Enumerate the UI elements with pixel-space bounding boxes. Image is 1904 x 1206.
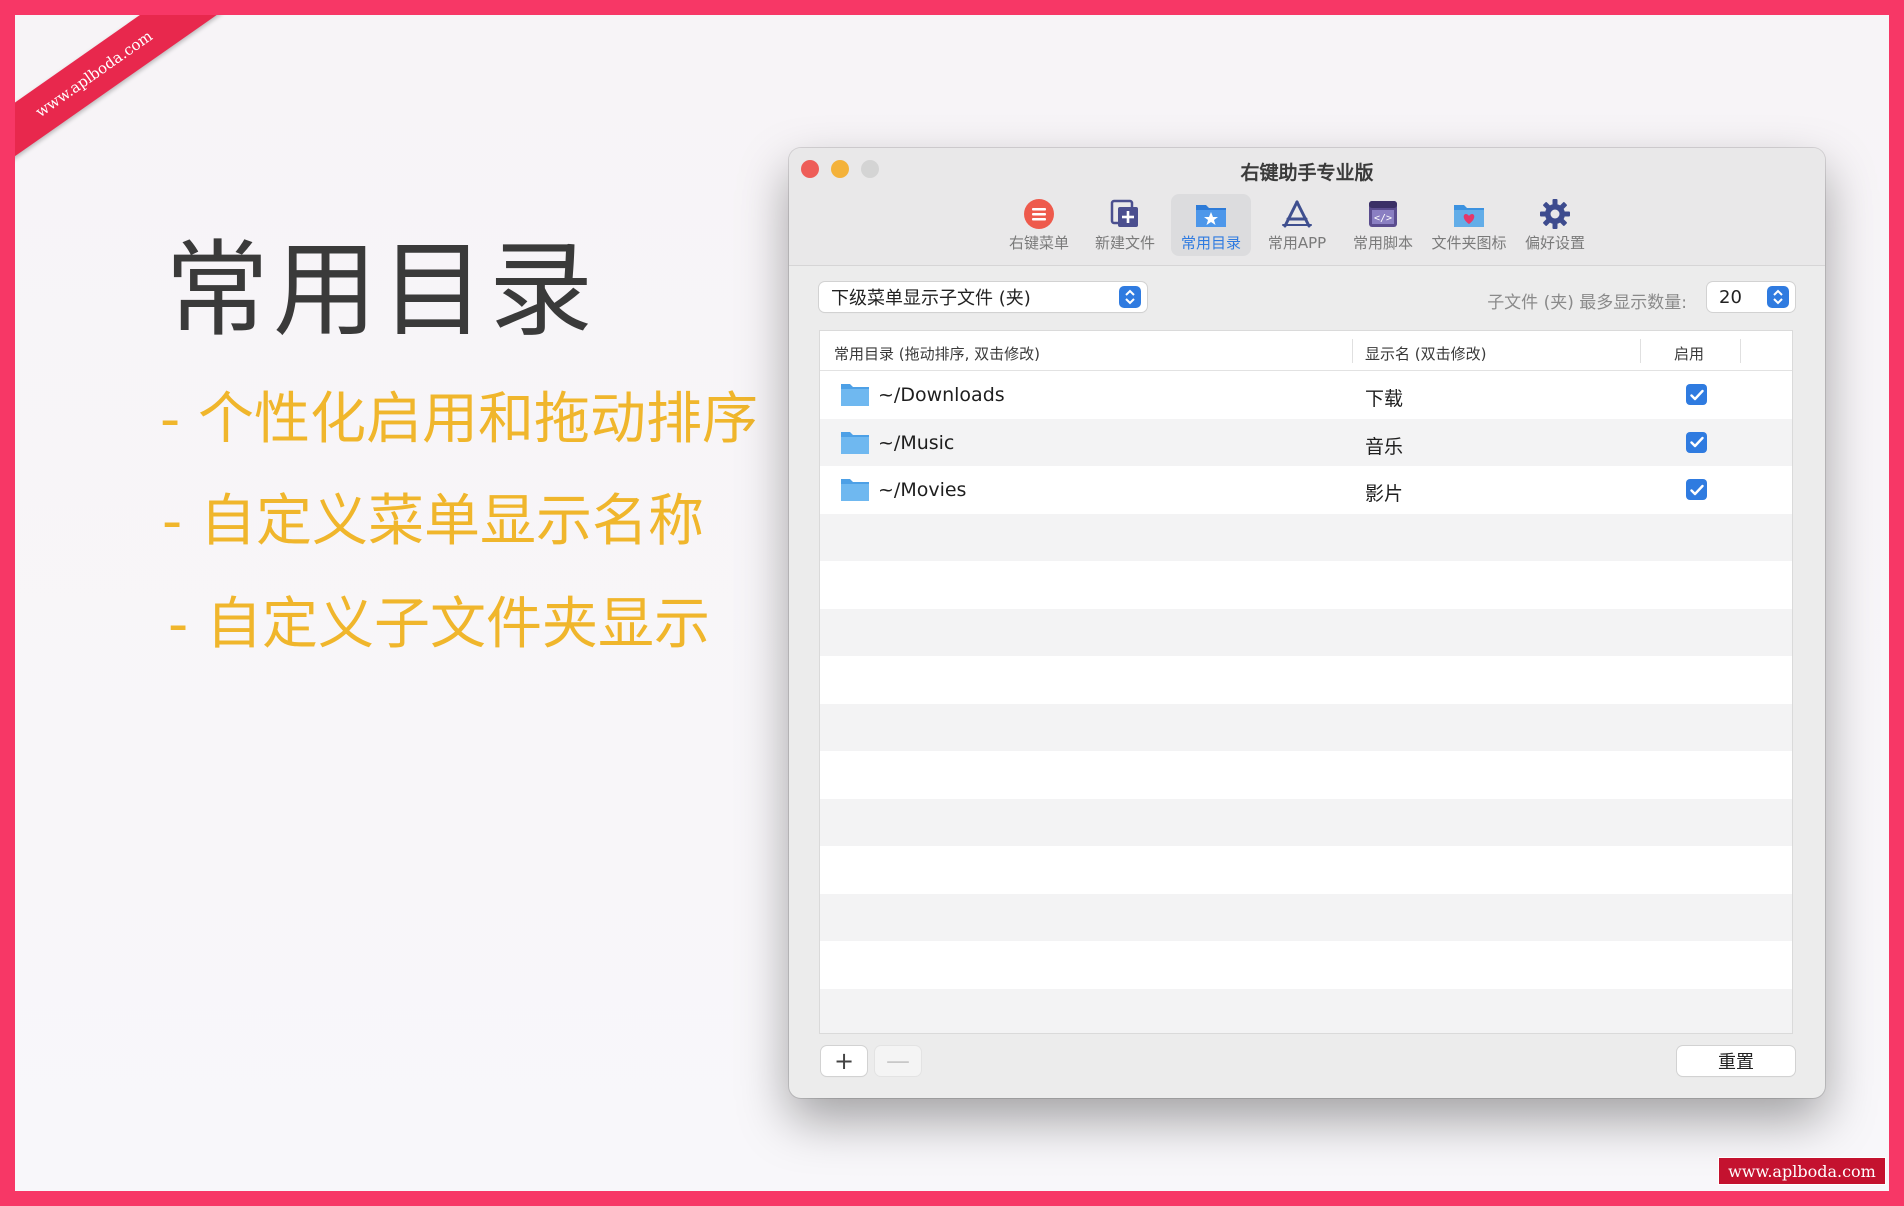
tab-common-app[interactable]: 常用APP bbox=[1257, 194, 1337, 256]
tab-new-file[interactable]: 新建文件 bbox=[1085, 194, 1165, 256]
tab-label: 常用脚本 bbox=[1352, 234, 1413, 252]
app-window: 右键助手专业版 右键菜单 新建文件 常用目录 常用APP </> 常用脚本 文件… bbox=[789, 148, 1825, 1098]
toolbar: 右键菜单 新建文件 常用目录 常用APP </> 常用脚本 文件夹图标 偏好设置 bbox=[999, 194, 1595, 256]
promo-feature-1: - 个性化启用和拖动排序 bbox=[160, 387, 759, 452]
tab-label: 新建文件 bbox=[1094, 234, 1155, 252]
row-enabled-checkbox[interactable] bbox=[1686, 431, 1707, 453]
max-count-stepper[interactable]: 20 bbox=[1707, 282, 1795, 312]
table-header: 常用目录 (拖动排序, 双击修改) 显示名 (双击修改) 启用 bbox=[820, 331, 1792, 371]
tab-label: 文件夹图标 bbox=[1431, 234, 1507, 252]
tab-label: 常用目录 bbox=[1180, 234, 1241, 252]
tab-folder-icon[interactable]: 文件夹图标 bbox=[1429, 194, 1509, 256]
table-row[interactable]: ~/Downloads 下载 bbox=[820, 371, 1792, 419]
row-display-name[interactable]: 影片 bbox=[1365, 479, 1403, 506]
chevron-updown-icon[interactable] bbox=[1767, 286, 1789, 308]
empty-row bbox=[820, 703, 1792, 751]
menu-icon bbox=[1022, 198, 1056, 230]
column-divider bbox=[1740, 339, 1741, 363]
add-directory-button[interactable]: + bbox=[821, 1046, 867, 1076]
tab-label: 右键菜单 bbox=[1008, 234, 1069, 252]
script-icon: </> bbox=[1366, 198, 1400, 230]
window-title: 右键助手专业版 bbox=[1240, 162, 1374, 184]
row-enabled-checkbox[interactable] bbox=[1686, 384, 1707, 405]
controls-bar: 下级菜单显示子文件 (夹) 子文件 (夹) 最多显示数量: 20 bbox=[819, 282, 1795, 314]
empty-row bbox=[820, 893, 1792, 941]
tab-preferences[interactable]: 偏好设置 bbox=[1515, 194, 1595, 256]
column-header-path[interactable]: 常用目录 (拖动排序, 双击修改) bbox=[834, 343, 1040, 364]
bottom-bar: + — 重置 bbox=[819, 1044, 1795, 1078]
row-path: ~/Downloads bbox=[878, 384, 1005, 406]
empty-row bbox=[820, 656, 1792, 704]
empty-row bbox=[820, 988, 1792, 1033]
empty-row bbox=[820, 608, 1792, 656]
chevron-updown-icon bbox=[1119, 286, 1141, 308]
empty-row bbox=[820, 846, 1792, 894]
submenu-display-value: 下级菜单显示子文件 (夹) bbox=[831, 288, 1031, 309]
promo-headline: 常用目录 bbox=[165, 229, 598, 351]
empty-row bbox=[820, 561, 1792, 609]
row-display-name[interactable]: 音乐 bbox=[1365, 432, 1403, 459]
row-path: ~/Movies bbox=[878, 479, 967, 501]
table-row[interactable]: ~/Movies 影片 bbox=[820, 466, 1792, 514]
tab-favorite-folders[interactable]: 常用目录 bbox=[1171, 194, 1251, 256]
table-body: ~/Downloads 下载 ~/Music 音乐 ~/Movies 影片 bbox=[820, 371, 1792, 1033]
row-display-name[interactable]: 下载 bbox=[1365, 384, 1403, 411]
folder-icon bbox=[841, 431, 869, 454]
gear-icon bbox=[1538, 198, 1572, 230]
tab-label: 常用APP bbox=[1267, 234, 1327, 252]
empty-row bbox=[820, 941, 1792, 989]
empty-row bbox=[820, 798, 1792, 846]
tab-label: 偏好设置 bbox=[1524, 234, 1585, 252]
promo-feature-2: - 自定义菜单显示名称 bbox=[162, 489, 705, 554]
directory-table: 常用目录 (拖动排序, 双击修改) 显示名 (双击修改) 启用 ~/Downlo… bbox=[819, 330, 1793, 1034]
favorite-folder-icon bbox=[1194, 198, 1228, 230]
titlebar: 右键助手专业版 右键菜单 新建文件 常用目录 常用APP </> 常用脚本 文件… bbox=[789, 148, 1825, 266]
empty-row bbox=[820, 751, 1792, 799]
watermark-corner: www.aplboda.com bbox=[1718, 1157, 1886, 1185]
remove-directory-button[interactable]: — bbox=[875, 1046, 921, 1076]
row-enabled-checkbox[interactable] bbox=[1686, 479, 1707, 500]
column-divider bbox=[1640, 339, 1641, 363]
tab-common-script[interactable]: </> 常用脚本 bbox=[1343, 194, 1423, 256]
folder-heart-icon bbox=[1452, 198, 1486, 230]
max-count-label: 子文件 (夹) 最多显示数量: bbox=[1487, 293, 1687, 313]
new-file-icon bbox=[1108, 198, 1142, 230]
submenu-display-select[interactable]: 下级菜单显示子文件 (夹) bbox=[819, 282, 1147, 312]
column-header-enabled[interactable]: 启用 bbox=[1674, 343, 1704, 364]
column-header-name[interactable]: 显示名 (双击修改) bbox=[1365, 343, 1486, 364]
svg-text:</>: </> bbox=[1374, 213, 1392, 224]
column-divider bbox=[1352, 339, 1353, 363]
folder-icon bbox=[841, 384, 869, 406]
row-path: ~/Music bbox=[878, 431, 955, 454]
reset-button[interactable]: 重置 bbox=[1677, 1046, 1795, 1076]
empty-row bbox=[820, 513, 1792, 561]
max-count-value: 20 bbox=[1719, 286, 1742, 308]
app-store-icon bbox=[1280, 198, 1314, 230]
tab-context-menu[interactable]: 右键菜单 bbox=[999, 194, 1079, 256]
table-row[interactable]: ~/Music 音乐 bbox=[820, 418, 1792, 466]
folder-icon bbox=[841, 479, 869, 501]
promo-feature-3: - 自定义子文件夹显示 bbox=[168, 592, 711, 657]
